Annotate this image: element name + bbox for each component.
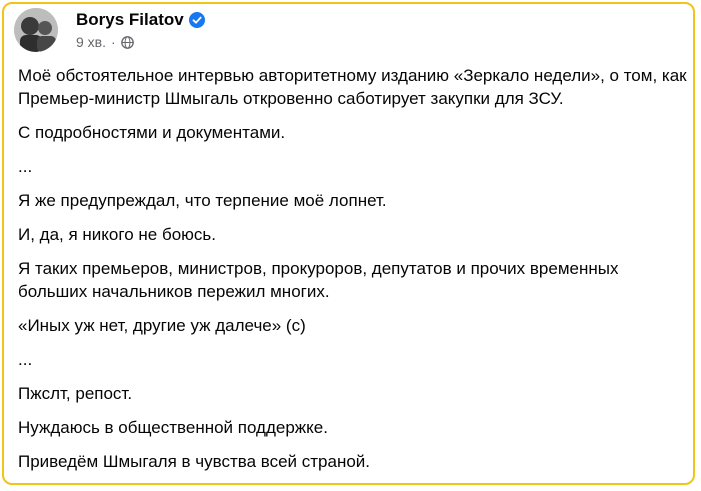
author-meta: Borys Filatov 9 хв. · [76,10,205,50]
post-paragraph: Приведём Шмыгаля в чувства всей страной. [18,452,371,471]
post-paragraph: И, да, я никого не боюсь. [18,225,216,244]
post-paragraph: Я таких премьеров, министров, прокуроров… [18,259,619,301]
post-header: Borys Filatov 9 хв. · [14,8,205,52]
post-paragraph: Моё обстоятельное интервью авторитетному… [18,66,687,108]
avatar-photo [14,8,58,52]
post-paragraph: Нуждаюсь в общественной поддержке. [18,418,328,437]
avatar[interactable] [14,8,58,52]
post-paragraph: С подробностями и документами. [18,123,286,142]
post-paragraph: Пжслт, репост. [18,384,133,403]
globe-icon[interactable] [120,35,134,49]
post-paragraph: Я же предупреждал, что терпение моё лопн… [18,191,387,210]
meta-separator: · [111,34,116,50]
post-paragraph: «Иных уж нет, другие уж далече» (c) [18,316,306,335]
author-row: Borys Filatov [76,10,205,30]
verified-badge-icon [188,12,205,28]
post-timestamp[interactable]: 9 хв. [76,34,106,50]
post-paragraph: ... [18,350,33,369]
author-name[interactable]: Borys Filatov [76,10,184,30]
post-meta-row: 9 хв. · [76,34,205,50]
post-body: Моё обстоятельное интервью авторитетному… [18,64,688,484]
post-paragraph: ... [18,157,33,176]
